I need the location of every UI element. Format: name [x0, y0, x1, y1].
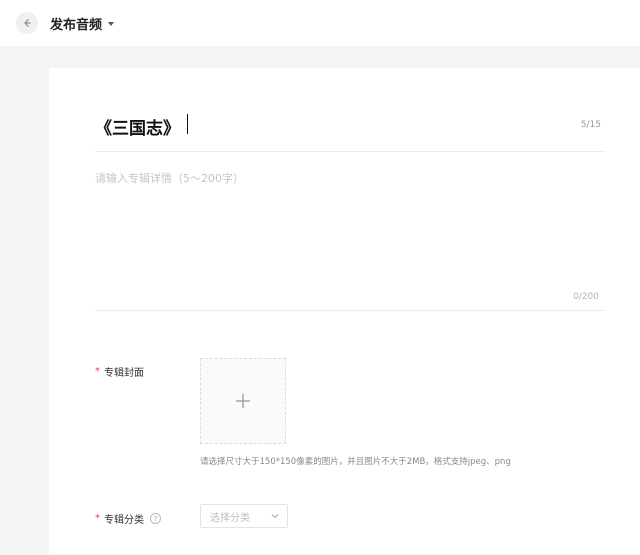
cover-label-text: 专辑封面 — [104, 368, 144, 379]
back-button[interactable] — [16, 12, 38, 34]
required-mark: * — [95, 366, 100, 377]
cover-upload-button[interactable] — [200, 358, 286, 444]
page-title: 发布音频 — [50, 17, 103, 33]
category-select[interactable]: 选择分类 — [200, 504, 288, 528]
category-label: * 专辑分类 ? — [95, 511, 161, 526]
album-detail-field: 0/200 — [95, 158, 605, 311]
chevron-down-icon — [271, 514, 279, 519]
album-title-counter: 5/15 — [580, 120, 601, 130]
album-detail-counter: 0/200 — [573, 292, 599, 302]
question-circle-icon[interactable]: ? — [150, 513, 161, 524]
cover-label: * 专辑封面 — [95, 364, 144, 379]
arrow-left-icon — [24, 19, 31, 27]
plus-icon — [236, 394, 250, 408]
album-title-input[interactable] — [95, 112, 555, 140]
text-cursor — [187, 114, 188, 134]
caret-down-icon — [108, 21, 115, 26]
album-form-card: 5/15 0/200 * 专辑封面 请选择尺寸大于150*150像素的图片，并且… — [49, 68, 640, 555]
page-title-dropdown[interactable]: 发布音频 — [50, 12, 115, 34]
album-title-field: 5/15 — [95, 98, 605, 152]
album-detail-textarea[interactable] — [95, 170, 605, 280]
cover-upload-hint: 请选择尺寸大于150*150像素的图片，并且图片不大于2MB，格式支持jpeg、… — [200, 457, 511, 467]
category-label-text: 专辑分类 — [104, 515, 144, 526]
required-mark: * — [95, 513, 100, 524]
category-select-placeholder: 选择分类 — [210, 512, 250, 524]
top-bar: 发布音频 — [0, 0, 640, 46]
